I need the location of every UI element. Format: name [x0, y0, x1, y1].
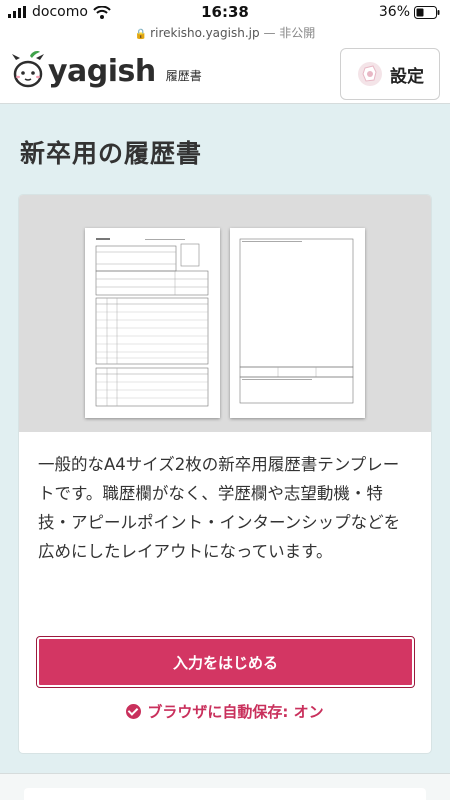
- template-card: 一般的なA4サイズ2枚の新卒用履歴書テンプレートです。職歴欄がなく、学歴欄や志望…: [19, 195, 431, 753]
- site-header: yagish 履歴書 設定: [0, 42, 450, 104]
- url-domain: rirekisho.yagish.jp: [150, 26, 260, 40]
- lock-icon: 🔒: [134, 29, 148, 40]
- check-circle-icon: [126, 704, 142, 719]
- settings-gear-icon: [358, 62, 382, 86]
- site-logo[interactable]: yagish 履歴書: [10, 50, 202, 90]
- url-bar[interactable]: 🔒 rirekisho.yagish.jp — 非公開: [0, 24, 450, 42]
- page-title: 新卒用の履歴書: [20, 139, 203, 168]
- battery-indicator: 36%: [379, 4, 440, 20]
- battery-icon: [414, 5, 440, 19]
- next-template-card[interactable]: [24, 788, 426, 800]
- logo-subtitle: 履歴書: [165, 69, 202, 83]
- autosave-status: ブラウザに自動保存: オン: [19, 701, 431, 722]
- settings-label: 設定: [390, 66, 424, 87]
- battery-percent: 36%: [378, 4, 410, 20]
- status-bar: docomo 16:38 36%: [0, 0, 450, 26]
- resume-page-2-thumbnail: [230, 228, 365, 418]
- resume-page-1-thumbnail: [85, 228, 220, 418]
- logo-wordmark: yagish: [48, 54, 156, 89]
- start-input-button[interactable]: 入力をはじめる: [36, 636, 415, 688]
- template-preview[interactable]: [19, 195, 431, 432]
- url-visibility: — 非公開: [263, 26, 316, 40]
- settings-button[interactable]: 設定: [340, 48, 440, 100]
- autosave-label: ブラウザに自動保存: オン: [147, 703, 324, 721]
- goat-logo-icon: [12, 51, 44, 88]
- template-description: 一般的なA4サイズ2枚の新卒用履歴書テンプレートです。職歴欄がなく、学歴欄や志望…: [38, 455, 401, 561]
